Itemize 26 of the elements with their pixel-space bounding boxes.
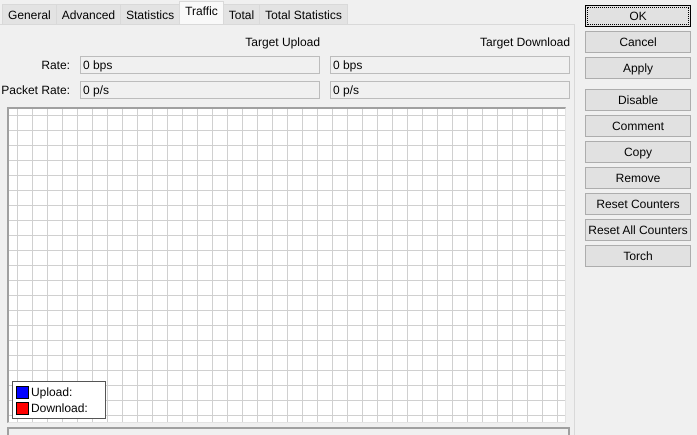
- legend-label: Upload:: [31, 385, 72, 399]
- readonly-field: 0 bps: [330, 56, 570, 74]
- dialog-button[interactable]: Copy: [585, 141, 691, 163]
- tab[interactable]: Statistics: [120, 4, 180, 24]
- dialog-button[interactable]: Torch: [585, 245, 691, 267]
- dialog-button[interactable]: Reset Counters: [585, 193, 691, 215]
- dialog-button[interactable]: Remove: [585, 167, 691, 189]
- readonly-field: 0 bps: [80, 56, 320, 74]
- readonly-field: 0 p/s: [330, 81, 570, 99]
- column-header: Target Download: [478, 35, 570, 49]
- dialog-button[interactable]: Cancel: [585, 31, 691, 53]
- readonly-field: 0 p/s: [80, 81, 320, 99]
- field-label: Packet Rate:: [0, 83, 70, 97]
- tab[interactable]: Total Statistics: [259, 4, 348, 24]
- dialog-button[interactable]: Apply: [585, 57, 691, 79]
- dialog-button[interactable]: Comment: [585, 115, 691, 137]
- dialog-button[interactable]: Reset All Counters: [585, 219, 691, 241]
- tab[interactable]: Traffic: [179, 1, 224, 24]
- field-label: Rate:: [40, 58, 70, 72]
- column-header: Target Upload: [244, 35, 320, 49]
- dialog-button[interactable]: Disable: [585, 89, 691, 111]
- tab[interactable]: Advanced: [56, 4, 122, 24]
- legend-label: Download:: [31, 401, 88, 415]
- tab[interactable]: Total: [222, 4, 260, 24]
- dialog-button[interactable]: OK: [585, 5, 691, 27]
- tab[interactable]: General: [2, 4, 57, 24]
